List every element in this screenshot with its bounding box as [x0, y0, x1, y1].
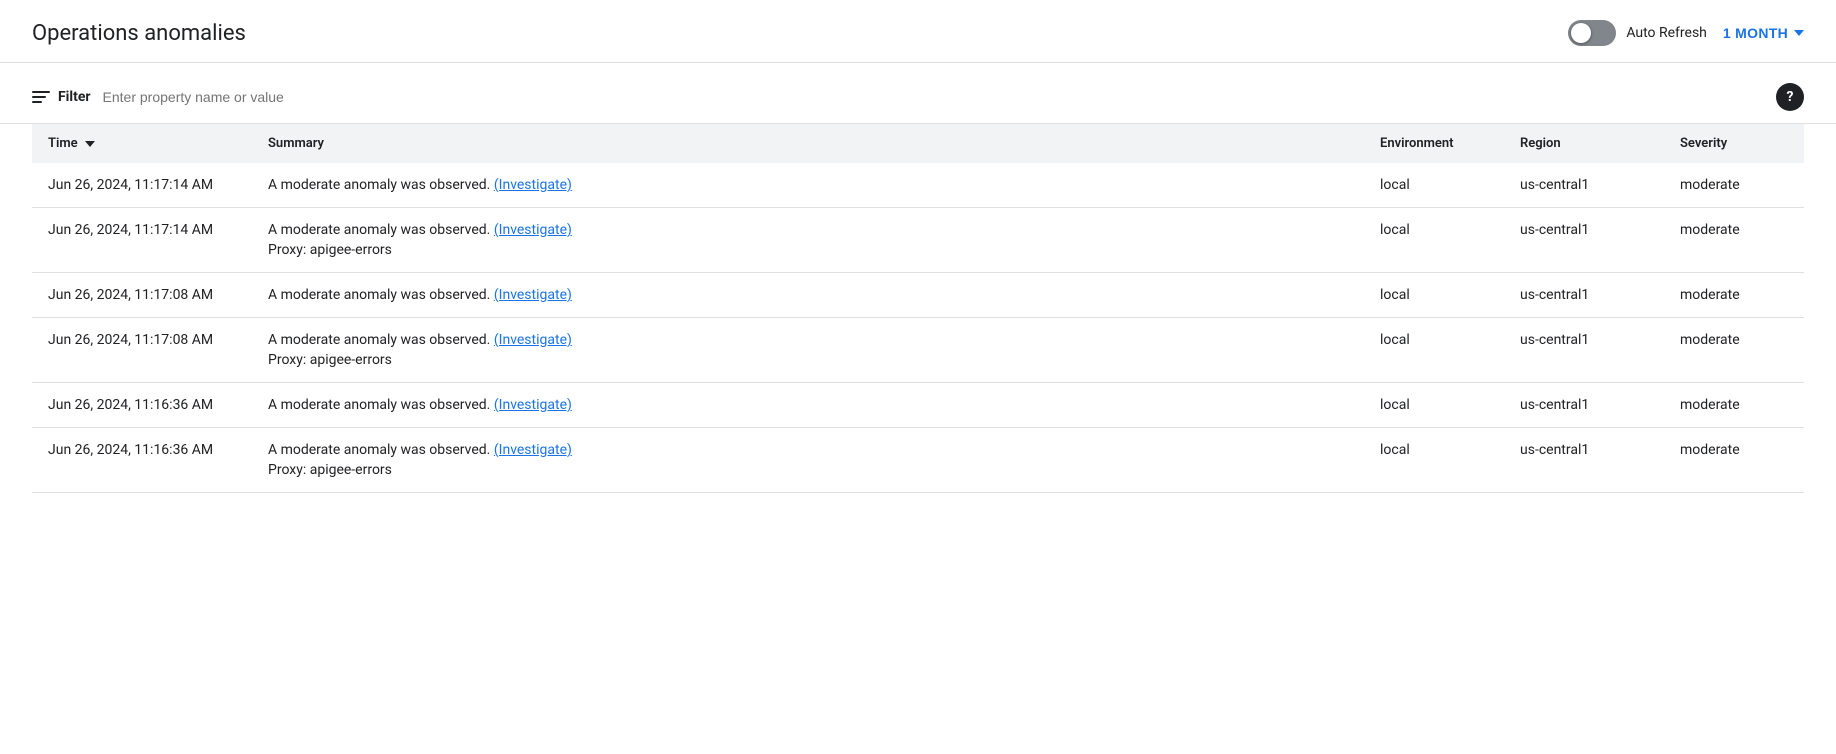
cell-region: us-central1 [1504, 273, 1664, 318]
help-icon[interactable]: ? [1776, 83, 1804, 111]
cell-region: us-central1 [1504, 428, 1664, 493]
filter-input[interactable] [103, 89, 1764, 105]
summary-text: A moderate anomaly was observed. [268, 177, 494, 193]
summary-text: A moderate anomaly was observed. [268, 442, 494, 458]
cell-environment: local [1364, 318, 1504, 383]
table-row: Jun 26, 2024, 11:17:08 AMA moderate anom… [32, 318, 1804, 383]
cell-summary: A moderate anomaly was observed. (Invest… [252, 428, 1364, 493]
anomalies-table: Time Summary Environment Region Severity… [32, 124, 1804, 493]
col-header-environment: Environment [1364, 124, 1504, 163]
investigate-link[interactable]: (Investigate) [494, 287, 572, 303]
table-header-row: Time Summary Environment Region Severity [32, 124, 1804, 163]
time-range-label: 1 MONTH [1723, 25, 1788, 41]
cell-region: us-central1 [1504, 163, 1664, 208]
summary-text: A moderate anomaly was observed. [268, 332, 494, 348]
auto-refresh-wrapper: Auto Refresh [1568, 20, 1707, 46]
sort-arrow-icon [85, 141, 95, 147]
investigate-link[interactable]: (Investigate) [494, 397, 572, 413]
cell-severity: moderate [1664, 428, 1804, 493]
cell-summary: A moderate anomaly was observed. (Invest… [252, 273, 1364, 318]
cell-severity: moderate [1664, 208, 1804, 273]
filter-icon [32, 91, 50, 103]
col-header-summary: Summary [252, 124, 1364, 163]
summary-text: A moderate anomaly was observed. [268, 222, 494, 238]
table-row: Jun 26, 2024, 11:16:36 AMA moderate anom… [32, 383, 1804, 428]
time-range-button[interactable]: 1 MONTH [1723, 25, 1804, 41]
cell-region: us-central1 [1504, 318, 1664, 383]
toggle-track [1568, 20, 1616, 46]
summary-text: A moderate anomaly was observed. [268, 287, 494, 303]
col-header-severity: Severity [1664, 124, 1804, 163]
cell-severity: moderate [1664, 383, 1804, 428]
auto-refresh-toggle[interactable] [1568, 20, 1616, 46]
investigate-link[interactable]: (Investigate) [494, 442, 572, 458]
cell-time: Jun 26, 2024, 11:17:14 AM [32, 208, 252, 273]
filter-bar: Filter ? [0, 63, 1836, 124]
filter-icon-wrapper[interactable]: Filter [32, 89, 91, 105]
table-row: Jun 26, 2024, 11:17:08 AMA moderate anom… [32, 273, 1804, 318]
cell-environment: local [1364, 428, 1504, 493]
cell-severity: moderate [1664, 163, 1804, 208]
cell-time: Jun 26, 2024, 11:16:36 AM [32, 428, 252, 493]
cell-environment: local [1364, 163, 1504, 208]
cell-time: Jun 26, 2024, 11:17:08 AM [32, 273, 252, 318]
cell-time: Jun 26, 2024, 11:17:14 AM [32, 163, 252, 208]
filter-label: Filter [58, 89, 91, 105]
col-header-time[interactable]: Time [32, 124, 252, 163]
cell-environment: local [1364, 273, 1504, 318]
table-row: Jun 26, 2024, 11:17:14 AMA moderate anom… [32, 208, 1804, 273]
summary-text: A moderate anomaly was observed. [268, 397, 494, 413]
cell-environment: local [1364, 383, 1504, 428]
col-header-region: Region [1504, 124, 1664, 163]
chevron-down-icon [1794, 30, 1804, 36]
page-title: Operations anomalies [32, 21, 246, 46]
cell-time: Jun 26, 2024, 11:17:08 AM [32, 318, 252, 383]
anomalies-table-container: Time Summary Environment Region Severity… [0, 124, 1836, 493]
proxy-text: Proxy: apigee-errors [268, 352, 1348, 368]
investigate-link[interactable]: (Investigate) [494, 177, 572, 193]
cell-region: us-central1 [1504, 208, 1664, 273]
cell-severity: moderate [1664, 273, 1804, 318]
cell-summary: A moderate anomaly was observed. (Invest… [252, 208, 1364, 273]
cell-time: Jun 26, 2024, 11:16:36 AM [32, 383, 252, 428]
proxy-text: Proxy: apigee-errors [268, 462, 1348, 478]
investigate-link[interactable]: (Investigate) [494, 332, 572, 348]
cell-summary: A moderate anomaly was observed. (Invest… [252, 383, 1364, 428]
header-controls: Auto Refresh 1 MONTH [1568, 20, 1804, 46]
toggle-thumb [1571, 23, 1591, 43]
page-header: Operations anomalies Auto Refresh 1 MONT… [0, 0, 1836, 63]
auto-refresh-label: Auto Refresh [1626, 25, 1707, 41]
cell-summary: A moderate anomaly was observed. (Invest… [252, 318, 1364, 383]
cell-region: us-central1 [1504, 383, 1664, 428]
cell-environment: local [1364, 208, 1504, 273]
table-row: Jun 26, 2024, 11:16:36 AMA moderate anom… [32, 428, 1804, 493]
cell-severity: moderate [1664, 318, 1804, 383]
investigate-link[interactable]: (Investigate) [494, 222, 572, 238]
table-row: Jun 26, 2024, 11:17:14 AMA moderate anom… [32, 163, 1804, 208]
proxy-text: Proxy: apigee-errors [268, 242, 1348, 258]
cell-summary: A moderate anomaly was observed. (Invest… [252, 163, 1364, 208]
